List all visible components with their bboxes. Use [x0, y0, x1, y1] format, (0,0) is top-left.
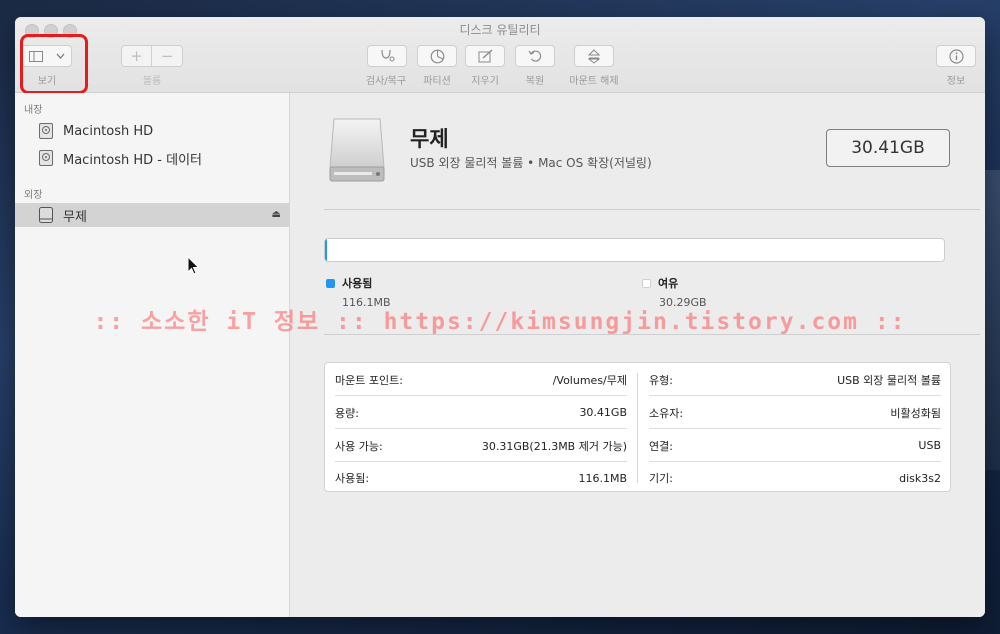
free-legend: 여유: [642, 275, 678, 291]
used-color-swatch: [326, 278, 335, 288]
info-value: USB: [918, 439, 941, 452]
erase-control[interactable]: 지우기: [465, 45, 505, 87]
info-row-mount-point: 마운트 포인트: /Volumes/무제: [335, 364, 627, 396]
erase-label: 지우기: [471, 76, 499, 87]
info-key: 사용 가능:: [335, 439, 383, 453]
view-control[interactable]: 보기: [20, 34, 88, 94]
info-value: 116.1MB: [578, 471, 627, 485]
unmount-label: 마운트 해제: [569, 76, 619, 87]
watermark-text: :: 소소한 iT 정보 :: https://kimsungjin.tisto…: [93, 309, 907, 335]
sidebar-item-label: Macintosh HD - 데이터: [63, 152, 202, 168]
info-key: 사용됨:: [335, 472, 370, 485]
info-label: 정보: [946, 76, 966, 87]
info-value: USB 외장 물리적 볼륨: [837, 373, 941, 387]
restore-control[interactable]: 복원: [515, 45, 555, 87]
info-key: 소유자:: [649, 406, 684, 420]
info-button[interactable]: [936, 45, 976, 67]
volume-info-table: 마운트 포인트: /Volumes/무제 용량: 30.41GB 사용 가능: …: [324, 362, 951, 492]
info-key: 기기:: [649, 472, 673, 485]
free-legend-label: 여유: [658, 277, 679, 290]
info-key: 마운트 포인트:: [335, 373, 403, 387]
sidebar-item-untitled[interactable]: 무제 ⏏: [15, 203, 289, 227]
info-row-type: 유형: USB 외장 물리적 볼륨: [649, 364, 941, 396]
info-key: 연결:: [649, 439, 673, 453]
stethoscope-icon: [381, 49, 395, 62]
info-row-capacity: 용량: 30.41GB: [335, 397, 627, 429]
add-volume-button[interactable]: +: [121, 45, 152, 67]
info-row-used: 사용됨: 116.1MB: [335, 462, 627, 494]
unmount-button[interactable]: [574, 45, 614, 67]
volume-capacity: 30.41GB: [826, 129, 950, 167]
sidebar-item-macintosh-hd-data[interactable]: Macintosh HD - 데이터: [15, 146, 289, 170]
partition-label: 파티션: [423, 76, 451, 87]
free-color-swatch: [642, 278, 651, 288]
partition-control[interactable]: 파티션: [417, 45, 457, 87]
sidebar-item-label: Macintosh HD: [63, 123, 154, 139]
sidebar: 내장 Macintosh HD Macintosh HD - 데이터 외장 무제…: [15, 93, 290, 617]
usage-bar: [324, 238, 945, 262]
sidebar-item-macintosh-hd[interactable]: Macintosh HD: [15, 119, 289, 143]
mouse-pointer-icon: [187, 256, 200, 275]
info-key: 유형:: [649, 373, 673, 387]
info-value: 비활성화됨: [890, 406, 941, 420]
first-aid-label: 검사/복구: [365, 76, 407, 87]
info-value: /Volumes/무제: [552, 373, 627, 387]
external-heading: 외장: [24, 190, 43, 201]
info-value: 30.41GB: [579, 406, 627, 419]
restore-button[interactable]: [515, 45, 555, 67]
first-aid-control[interactable]: 검사/복구: [365, 45, 409, 87]
sidebar-item-label: 무제: [63, 209, 87, 225]
first-aid-button[interactable]: [367, 45, 407, 67]
divider: [324, 209, 980, 210]
erase-button[interactable]: [465, 45, 505, 67]
partition-button[interactable]: [417, 45, 457, 67]
volume-name: 무제: [410, 127, 449, 151]
internal-disk-icon: [39, 150, 53, 166]
external-disk-icon: [329, 118, 385, 182]
volume-description: USB 외장 물리적 볼륨 • Mac OS 확장(저널링): [410, 156, 652, 170]
highlight-annotation: [20, 34, 88, 94]
unmount-control[interactable]: 마운트 해제: [569, 45, 619, 87]
restore-label: 복원: [525, 76, 545, 87]
info-row-available: 사용 가능: 30.31GB(21.3MB 제거 가능): [335, 430, 627, 462]
info-key: 용량:: [335, 406, 359, 420]
info-row-connection: 연결: USB: [649, 430, 941, 462]
toolbar: 디스크 유틸리티 보기 + − 볼륨 검사/복구 파티션 지우기 복원 마운트 …: [15, 17, 985, 94]
delete-volume-button[interactable]: −: [152, 45, 183, 67]
volume-label: 볼륨: [142, 76, 162, 87]
volume-control: + − 볼륨: [121, 45, 183, 87]
info-value: 30.31GB(21.3MB 제거 가능): [481, 439, 627, 453]
info-row-device: 기기: disk3s2: [649, 462, 941, 494]
internal-disk-icon: [39, 123, 53, 139]
pencil-icon: [478, 49, 492, 63]
unmount-icon: [588, 48, 600, 64]
info-icon: [948, 48, 964, 64]
used-legend-label: 사용됨: [342, 277, 373, 290]
main-panel: 무제 USB 외장 물리적 볼륨 • Mac OS 확장(저널링) 30.41G…: [290, 93, 985, 617]
pie-chart-icon: [430, 49, 444, 63]
eject-icon[interactable]: ⏏: [272, 209, 281, 220]
used-legend: 사용됨: [326, 275, 372, 291]
restore-icon: [528, 50, 542, 62]
plus-icon: +: [130, 46, 143, 65]
window-title: 디스크 유틸리티: [459, 23, 541, 37]
internal-heading: 내장: [24, 105, 43, 116]
info-row-owners: 소유자: 비활성화됨: [649, 397, 941, 429]
info-value: disk3s2: [899, 471, 941, 485]
minus-icon: −: [160, 46, 174, 65]
external-disk-icon: [39, 207, 53, 223]
usage-fill: [325, 239, 328, 261]
info-control[interactable]: 정보: [936, 45, 976, 87]
column-divider: [637, 373, 638, 483]
